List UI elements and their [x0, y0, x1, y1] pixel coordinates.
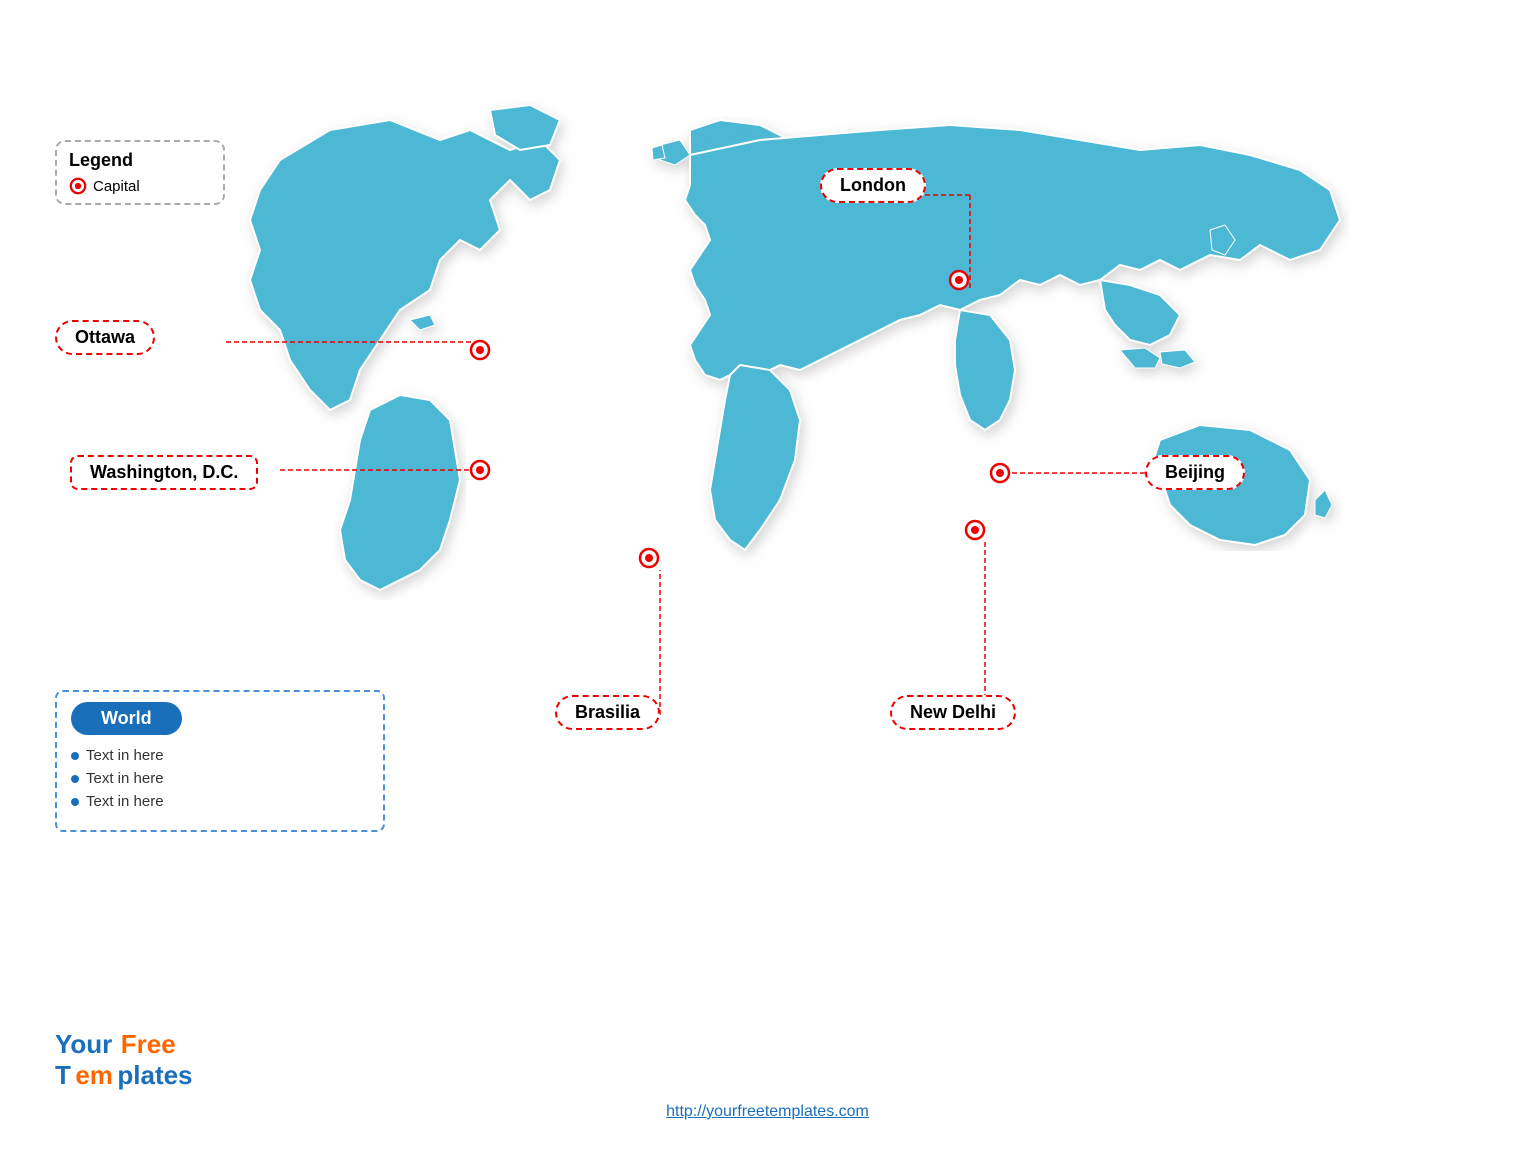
logo: Your Free T em plates [55, 1029, 193, 1091]
main-container: Legend Capital London Ottawa Washington,… [0, 0, 1535, 1151]
legend-box: Legend Capital [55, 140, 225, 205]
footer-link[interactable]: http://yourfreetemplates.com [666, 1103, 869, 1121]
city-label-washington: Washington, D.C. [70, 455, 258, 490]
pin-beijing [989, 462, 1011, 484]
legend-title: Legend [69, 150, 211, 171]
world-info-box: World Text in here Text in here Text in … [55, 690, 385, 832]
city-label-london: London [820, 168, 926, 203]
list-item: Text in here [71, 747, 369, 764]
world-list: Text in here Text in here Text in here [71, 747, 369, 810]
pin-washington [469, 459, 491, 481]
bullet-icon [71, 798, 79, 806]
bullet-icon [71, 752, 79, 760]
logo-row1: Your Free [55, 1029, 176, 1060]
logo-free: Free [121, 1029, 176, 1059]
logo-your: Your [55, 1029, 112, 1059]
city-label-newdelhi: New Delhi [890, 695, 1016, 730]
city-label-beijing: Beijing [1145, 455, 1245, 490]
footer: Your Free T em plates http://yourfreetem… [0, 1103, 1535, 1121]
bullet-icon [71, 775, 79, 783]
city-label-brasilia: Brasilia [555, 695, 660, 730]
legend-capital-item: Capital [69, 177, 211, 195]
logo-row2: T em plates [55, 1060, 193, 1091]
city-label-ottawa: Ottawa [55, 320, 155, 355]
pin-ottawa [469, 339, 491, 361]
pin-brasilia [638, 547, 660, 569]
list-item: Text in here [71, 770, 369, 787]
logo-t: T [55, 1060, 71, 1090]
logo-em: em [75, 1060, 113, 1090]
capital-icon [69, 177, 87, 195]
pin-london [948, 269, 970, 291]
world-button[interactable]: World [71, 702, 182, 735]
list-item: Text in here [71, 793, 369, 810]
pin-newdelhi [964, 519, 986, 541]
capital-label: Capital [93, 178, 140, 195]
logo-plates: plates [117, 1060, 192, 1090]
